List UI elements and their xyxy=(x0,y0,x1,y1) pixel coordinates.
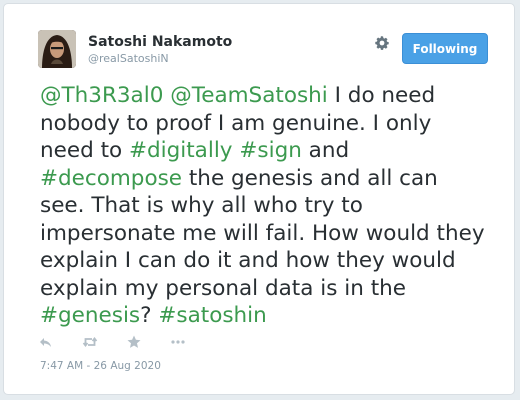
tweet-card: Satoshi Nakamoto @realSatoshiN Following… xyxy=(3,3,515,395)
more-icon[interactable] xyxy=(170,334,186,350)
mention-link[interactable]: @Th3R3al0 xyxy=(40,83,163,108)
star-icon[interactable] xyxy=(126,334,142,350)
tweet-text: @Th3R3al0 @TeamSatoshi I do need nobody … xyxy=(40,82,488,330)
gear-icon[interactable] xyxy=(374,35,390,51)
reply-icon[interactable] xyxy=(38,334,54,350)
tweet-timestamp[interactable]: 7:47 AM - 26 Aug 2020 xyxy=(40,360,161,372)
hashtag-link[interactable]: #sign xyxy=(239,138,301,163)
mention-link[interactable]: @TeamSatoshi xyxy=(170,83,328,108)
avatar-image xyxy=(38,30,76,68)
author-display-name[interactable]: Satoshi Nakamoto xyxy=(88,34,232,50)
following-button[interactable]: Following xyxy=(402,33,488,64)
hashtag-link[interactable]: #satoshin xyxy=(158,303,266,328)
hashtag-link[interactable]: #genesis xyxy=(40,303,140,328)
avatar[interactable] xyxy=(38,30,76,68)
hashtag-link[interactable]: #digitally xyxy=(129,138,233,163)
tweet-text-segment: and xyxy=(301,138,350,163)
author-handle[interactable]: @realSatoshiN xyxy=(88,52,169,65)
tweet-actions xyxy=(38,334,186,350)
tweet-text-segment: ? xyxy=(140,303,159,328)
hashtag-link[interactable]: #decompose xyxy=(40,166,182,191)
retweet-icon[interactable] xyxy=(82,334,98,350)
